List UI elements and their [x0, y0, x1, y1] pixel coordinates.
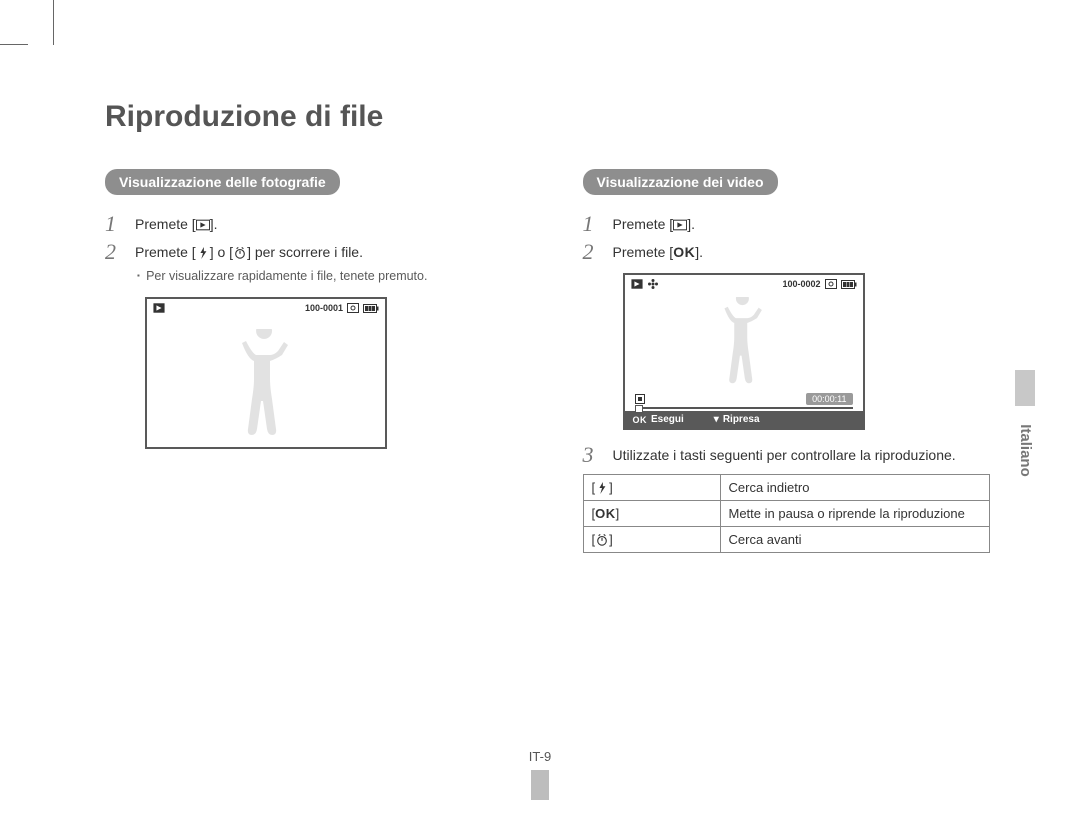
screen-body: [147, 317, 385, 447]
page-number-label: IT-9: [529, 749, 551, 764]
table-row: [] Cerca avanti: [583, 527, 990, 553]
left-column: Visualizzazione delle fotografie 1 Preme…: [105, 169, 513, 553]
section-heading-right: Visualizzazione dei video: [583, 169, 778, 195]
step-text: Premete [].: [613, 213, 695, 232]
timecode-row: 00:00:11: [625, 393, 863, 407]
right-column: Visualizzazione dei video 1 Premete []. …: [583, 169, 991, 553]
controls-table: [] Cerca indietro [OK] Mette in pausa o …: [583, 474, 991, 553]
file-number-label: 100-0001: [305, 303, 343, 313]
step-text: Premete [] o [] per scorrere i file.: [135, 241, 363, 260]
table-cell-key: [OK]: [583, 501, 720, 527]
screen-topbar: 100-0001: [147, 299, 385, 317]
step-text: Premete [].: [135, 213, 217, 232]
table-cell-key: []: [583, 527, 720, 553]
right-step-1: 1 Premete [].: [583, 213, 991, 235]
table-row: [] Cerca indietro: [583, 475, 990, 501]
play-mode-icon: [153, 302, 165, 314]
self-timer-icon: [595, 534, 609, 546]
stop-icon: [635, 394, 645, 404]
step-number: 1: [105, 213, 123, 235]
video-screen-preview: 100-0002 00:00:11 OK Esegui: [623, 273, 865, 430]
screen-footer-bar: OK Esegui ▾ Ripresa: [625, 411, 863, 428]
storage-icon: [347, 303, 359, 313]
timecode-label: 00:00:11: [806, 393, 852, 405]
page-number-bar: [531, 770, 549, 800]
ok-icon: OK: [633, 415, 648, 425]
person-silhouette: [711, 297, 777, 393]
footer-ok-label: Esegui: [651, 414, 684, 425]
right-step-2: 2 Premete [OK].: [583, 241, 991, 263]
step-number: 3: [583, 444, 601, 466]
screen-body: [625, 293, 863, 393]
photo-screen-preview: 100-0001: [145, 297, 387, 449]
step-text: Utilizzate i tasti seguenti per controll…: [613, 444, 956, 463]
step-number: 2: [105, 241, 123, 263]
progress-bar: [635, 407, 853, 409]
right-step-3: 3 Utilizzate i tasti seguenti per contro…: [583, 444, 991, 466]
flash-icon: [196, 247, 210, 259]
screen-topbar: 100-0002: [625, 275, 863, 293]
language-tab-label: Italiano: [1017, 424, 1034, 477]
flash-icon: [595, 482, 609, 494]
two-columns: Visualizzazione delle fotografie 1 Preme…: [105, 169, 990, 553]
left-substep: Per visualizzare rapidamente i file, ten…: [137, 269, 513, 283]
table-row: [OK] Mette in pausa o riprende la riprod…: [583, 501, 990, 527]
table-cell-desc: Cerca avanti: [720, 527, 990, 553]
table-cell-desc: Mette in pausa o riprende la riproduzion…: [720, 501, 990, 527]
ok-icon: OK: [673, 244, 695, 260]
left-step-2: 2 Premete [] o [] per scorrere i file.: [105, 241, 513, 263]
progress-dot: [635, 405, 643, 413]
play-mode-icon: [673, 219, 687, 231]
left-step-1: 1 Premete [].: [105, 213, 513, 235]
step-number: 2: [583, 241, 601, 263]
page-title: Riproduzione di file: [105, 100, 990, 134]
footer-down-label: Ripresa: [723, 414, 760, 425]
battery-icon: [363, 304, 379, 313]
language-tab: Italiano: [1015, 370, 1035, 530]
play-mode-icon: [196, 219, 210, 231]
down-triangle-icon: ▾: [714, 414, 719, 425]
table-cell-key: []: [583, 475, 720, 501]
step-number: 1: [583, 213, 601, 235]
page-body: Riproduzione di file Visualizzazione del…: [0, 0, 1080, 553]
file-number-label: 100-0002: [782, 279, 820, 289]
play-mode-icon: [631, 278, 643, 290]
self-timer-icon: [233, 247, 247, 259]
page-number-area: IT-9: [0, 749, 1080, 800]
person-silhouette: [226, 329, 306, 447]
section-heading-left: Visualizzazione delle fotografie: [105, 169, 340, 195]
step-text: Premete [OK].: [613, 241, 703, 260]
ok-icon: OK: [595, 506, 616, 521]
flower-icon: [647, 278, 659, 290]
battery-icon: [841, 280, 857, 289]
storage-icon: [825, 279, 837, 289]
table-cell-desc: Cerca indietro: [720, 475, 990, 501]
